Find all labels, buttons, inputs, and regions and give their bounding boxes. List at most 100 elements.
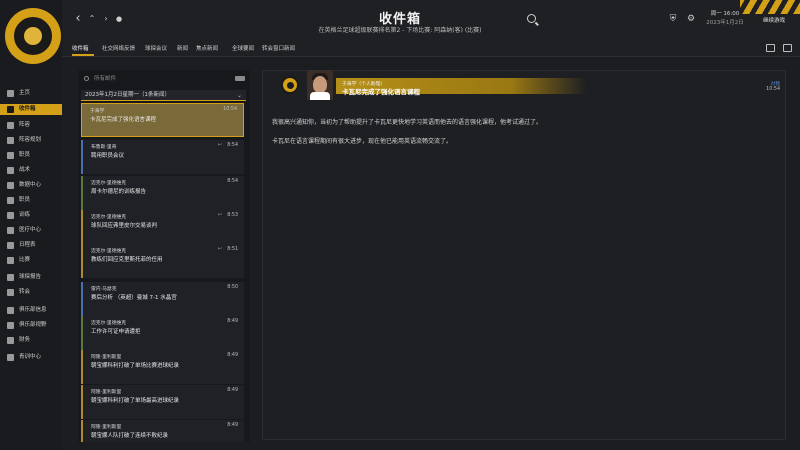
sidebar-item[interactable]: 日程表 (0, 240, 62, 251)
message-subject: 周卡尔德尼的训练报告 (91, 189, 147, 195)
flag-icon[interactable] (783, 44, 792, 52)
inbox-message-row[interactable]: 迈克尔·里德维克 周卡尔德尼的训练报告 8:54 (81, 176, 244, 210)
top-bar: ‹ ⌃ › ● 收件箱 在英格兰足球超级联赛排名第2 - 下场比赛: 阿森纳(客… (0, 0, 800, 40)
search-icon[interactable] (527, 14, 536, 23)
message-sender: 迈克尔·里德维克 (91, 321, 127, 326)
view-toggle-icon[interactable] (235, 76, 245, 81)
sidebar-item-icon (7, 90, 14, 97)
sidebar-item-label: 职员 (19, 152, 31, 158)
sidebar-item[interactable]: 职员 (0, 195, 62, 206)
sidebar-item-label: 俱乐部信息 (19, 307, 47, 313)
monitor-icon[interactable] (766, 44, 775, 52)
message-recipient: 对我 (770, 82, 780, 87)
message-subject: 工作许可证申请遭拒 (91, 329, 141, 335)
reply-icon: ↩ (217, 142, 222, 148)
sidebar-item[interactable]: 训练 (0, 210, 62, 221)
sidebar-item-icon (7, 152, 14, 159)
sidebar-item-label: 比赛 (19, 257, 31, 263)
tab[interactable]: 转会窗口新闻 (262, 44, 295, 52)
sidebar-item[interactable]: 主页 (0, 88, 62, 99)
inbox-message-row[interactable]: 阿隆·里利斯里 朝宝娜人队打破了连续不败纪录 8:49 (81, 420, 244, 442)
date-display: 周一 16:00 2023年1月2日 (700, 10, 750, 30)
inbox-message-row[interactable]: 迈克尔·里德维克 工作许可证申请遭拒 8:49 (81, 316, 244, 350)
sidebar-item-label: 阵容规划 (19, 137, 42, 143)
sidebar-item[interactable]: 收件箱 (0, 104, 62, 115)
message-sender: 于海学 (90, 109, 105, 114)
message-sender: 迈克尔·里德维克 (91, 181, 127, 186)
message-paragraph: 我很高兴通知你，当初为了帮助提升了卡瓦尼更快地学习英语而他去的语言强化课程，他考… (272, 119, 543, 126)
message-time: 8:49 (227, 423, 238, 428)
tab[interactable]: 新闻 (177, 44, 188, 52)
avatar-face (313, 76, 327, 93)
sidebar-item[interactable]: 阵容规划 (0, 135, 62, 146)
sidebar-item[interactable]: 战术 (0, 165, 62, 176)
continue-button[interactable]: 继续游戏 (752, 16, 796, 24)
sidebar-item-label: 转会 (19, 289, 31, 295)
app-window: ‹ ⌃ › ● 收件箱 在英格兰足球超级联赛排名第2 - 下场比赛: 阿森纳(客… (0, 0, 800, 450)
inbox-message-row[interactable]: 布鲁斯·里奇 聘用职员会议 8:54 ↩ (81, 140, 244, 174)
message-sender: 雷内·马瑟克 (91, 287, 117, 292)
message-title: 卡瓦尼完成了强化语言课程 (342, 88, 420, 96)
sidebar-item[interactable]: 财务 (0, 335, 62, 346)
avatar-shirt (310, 92, 330, 100)
message-sender: 阿隆·里利斯里 (91, 390, 122, 395)
message-subject: 球队回应弗里皮尔交易谈判 (91, 223, 158, 229)
sidebar-item[interactable]: 转会 (0, 287, 62, 298)
page-subtitle: 在英格兰足球超级联赛排名第2 - 下场比赛: 阿森纳(客) (比赛) (318, 27, 482, 34)
sidebar-item[interactable]: 阵容 (0, 120, 62, 131)
sidebar-item-icon (7, 354, 14, 361)
sidebar-item-label: 财务 (19, 337, 31, 343)
sidebar-item-label: 阵容 (19, 122, 31, 128)
inbox-message-row[interactable]: 阿隆·里利斯里 朝宝娜科利打破了单场最高进球纪录 8:49 (81, 385, 244, 419)
sidebar-item[interactable]: 医疗中心 (0, 225, 62, 236)
inbox-message-row[interactable]: 雷内·马瑟克 赛后分析 （英超）曼城 7-1 水晶宫 8:50 (81, 282, 244, 316)
sidebar-item-label: 收件箱 (19, 106, 36, 112)
inbox-message-row[interactable]: 阿隆·里利斯里 朝宝娜科利打破了单场比赛进球纪录 8:49 (81, 350, 244, 384)
search-placeholder: 所有邮件 (94, 76, 117, 82)
search-icon (84, 76, 89, 81)
sidebar-item[interactable]: 球探报告 (0, 272, 62, 283)
sidebar-item-icon (7, 182, 14, 189)
inbox-message-row[interactable]: 于海学 卡瓦尼完成了强化语言课程 10:54 (81, 103, 244, 137)
sidebar-item-label: 战术 (19, 167, 31, 173)
filter-search[interactable]: 所有邮件 (84, 74, 234, 84)
sidebar-item[interactable]: 俱乐部信息 (0, 305, 62, 316)
shield-icon[interactable]: ⛨ (668, 14, 678, 24)
sidebar-item[interactable]: 比赛 (0, 255, 62, 266)
tab-active-indicator (72, 54, 94, 56)
tab[interactable]: 社交网络反馈 (102, 44, 135, 52)
tab[interactable]: 球探会议 (145, 44, 167, 52)
message-sender: 阿隆·里利斯里 (91, 355, 122, 360)
sidebar-item-icon (7, 289, 14, 296)
sidebar-item-label: 球探报告 (19, 274, 42, 280)
gear-icon[interactable]: ⚙ (686, 14, 696, 24)
sidebar-item[interactable]: 职员 (0, 150, 62, 161)
football-icon (24, 27, 42, 45)
message-sender: 布鲁斯·里奇 (91, 145, 117, 150)
sidebar: 主页 收件箱 阵容 阵容规划 职员 战术 数据中心 职员 训练 医疗中心 日程表 比赛 球探报告 转会 俱乐… (0, 0, 62, 450)
inbox-message-row[interactable]: 迈克尔·里德维克 球队回应弗里皮尔交易谈判 8:53 ↩ (81, 210, 244, 244)
sidebar-item-label: 医疗中心 (19, 227, 42, 233)
club-crest[interactable] (5, 8, 61, 64)
inbox-group-header[interactable]: 2023年1月2日星期一（1条新闻） ⌄ (81, 90, 246, 101)
tab[interactable]: 全球要闻 (232, 44, 254, 52)
tab-bar (62, 40, 800, 57)
sidebar-item-label: 数据中心 (19, 182, 42, 188)
sender-avatar[interactable] (307, 70, 333, 100)
sidebar-item[interactable]: 青训中心 (0, 352, 62, 363)
tab[interactable]: 焦点新闻 (196, 44, 218, 52)
sidebar-item-icon (7, 137, 14, 144)
sidebar-item-icon (7, 307, 14, 314)
sidebar-item-icon (7, 337, 14, 344)
sidebar-item[interactable]: 数据中心 (0, 180, 62, 191)
sidebar-item-icon (7, 242, 14, 249)
sidebar-item-icon (7, 122, 14, 129)
message-time: 10:54 (223, 107, 237, 112)
message-subject: 聘用职员会议 (91, 153, 125, 159)
sidebar-item[interactable]: 俱乐部视野 (0, 320, 62, 331)
tab[interactable]: 收件箱 (72, 44, 89, 52)
chevron-down-icon: ⌄ (236, 92, 242, 99)
message-subject: 朝宝娜人队打破了连续不败纪录 (91, 433, 169, 439)
date-day: 2023年1月2日 (706, 20, 744, 26)
inbox-message-row[interactable]: 迈克尔·里德维克 教练们回应克里斯托菲的任用 8:51 ↩ (81, 244, 244, 278)
